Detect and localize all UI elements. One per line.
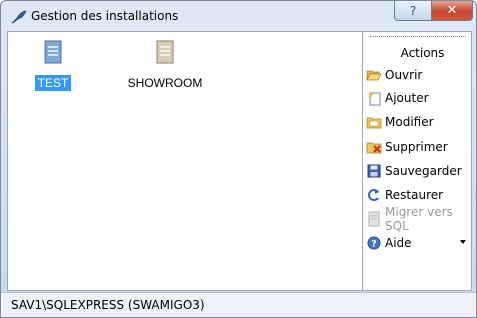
action-label: Ajouter <box>385 91 429 105</box>
action-label: Sauvegarder <box>385 164 462 178</box>
new-item-icon <box>366 90 382 106</box>
window-title: Gestion des installations <box>31 9 179 23</box>
action-modifier[interactable]: Modifier <box>366 112 470 132</box>
migrate-icon <box>366 211 382 227</box>
app-quill-icon <box>11 9 27 24</box>
action-sauvegarder[interactable]: Sauvegarder <box>366 161 470 181</box>
installation-label: SHOWROOM <box>127 76 203 90</box>
action-supprimer[interactable]: Supprimer <box>366 137 470 157</box>
help-icon: ? <box>366 235 382 251</box>
action-migrer-sql[interactable]: Migrer vers SQL <box>366 205 470 233</box>
database-file-icon <box>44 40 62 64</box>
action-ouvrir[interactable]: Ouvrir <box>366 65 470 85</box>
panel-divider <box>370 36 466 37</box>
installations-list[interactable]: TEST SHOWROOM <box>8 32 363 290</box>
action-label: Restaurer <box>385 188 444 202</box>
action-label: Supprimer <box>385 140 448 154</box>
actions-title: Actions <box>400 46 445 60</box>
question-mark-icon: ? <box>409 3 417 18</box>
connection-status: SAV1\SQLEXPRESS (SWAMIGO3) <box>11 298 205 312</box>
installation-label: TEST <box>34 75 72 91</box>
actions-panel: Actions Ouvrir Ajouter Modifier Supprime… <box>364 32 471 290</box>
installation-item-showroom[interactable]: SHOWROOM <box>120 40 210 110</box>
edit-folder-icon <box>366 114 382 130</box>
title-bar[interactable]: Gestion des installations ? ✕ <box>1 1 476 31</box>
installation-item-test[interactable]: TEST <box>8 40 98 110</box>
close-button[interactable]: ✕ <box>431 1 473 21</box>
help-button[interactable]: ? <box>394 1 432 21</box>
restore-arrow-icon <box>366 187 382 203</box>
action-label: Ouvrir <box>385 68 423 82</box>
action-restaurer[interactable]: Restaurer <box>366 185 470 205</box>
open-folder-icon <box>366 67 382 83</box>
action-aide[interactable]: ? Aide <box>366 233 470 253</box>
action-ajouter[interactable]: Ajouter <box>366 88 470 108</box>
client-area: TEST SHOWROOM Actions Ouvrir Ajouter Mod… <box>7 31 472 291</box>
action-label: Aide <box>385 236 412 250</box>
action-label: Modifier <box>385 115 434 129</box>
svg-text:?: ? <box>371 240 376 250</box>
installations-window: Gestion des installations ? ✕ TEST SHOWR… <box>0 0 477 318</box>
chevron-down-icon[interactable] <box>460 240 466 244</box>
delete-icon <box>366 139 382 155</box>
action-label: Migrer vers SQL <box>385 205 453 233</box>
database-file-icon <box>156 40 174 64</box>
status-bar: SAV1\SQLEXPRESS (SWAMIGO3) <box>1 292 476 317</box>
close-icon: ✕ <box>446 3 458 18</box>
save-disk-icon <box>366 163 382 179</box>
